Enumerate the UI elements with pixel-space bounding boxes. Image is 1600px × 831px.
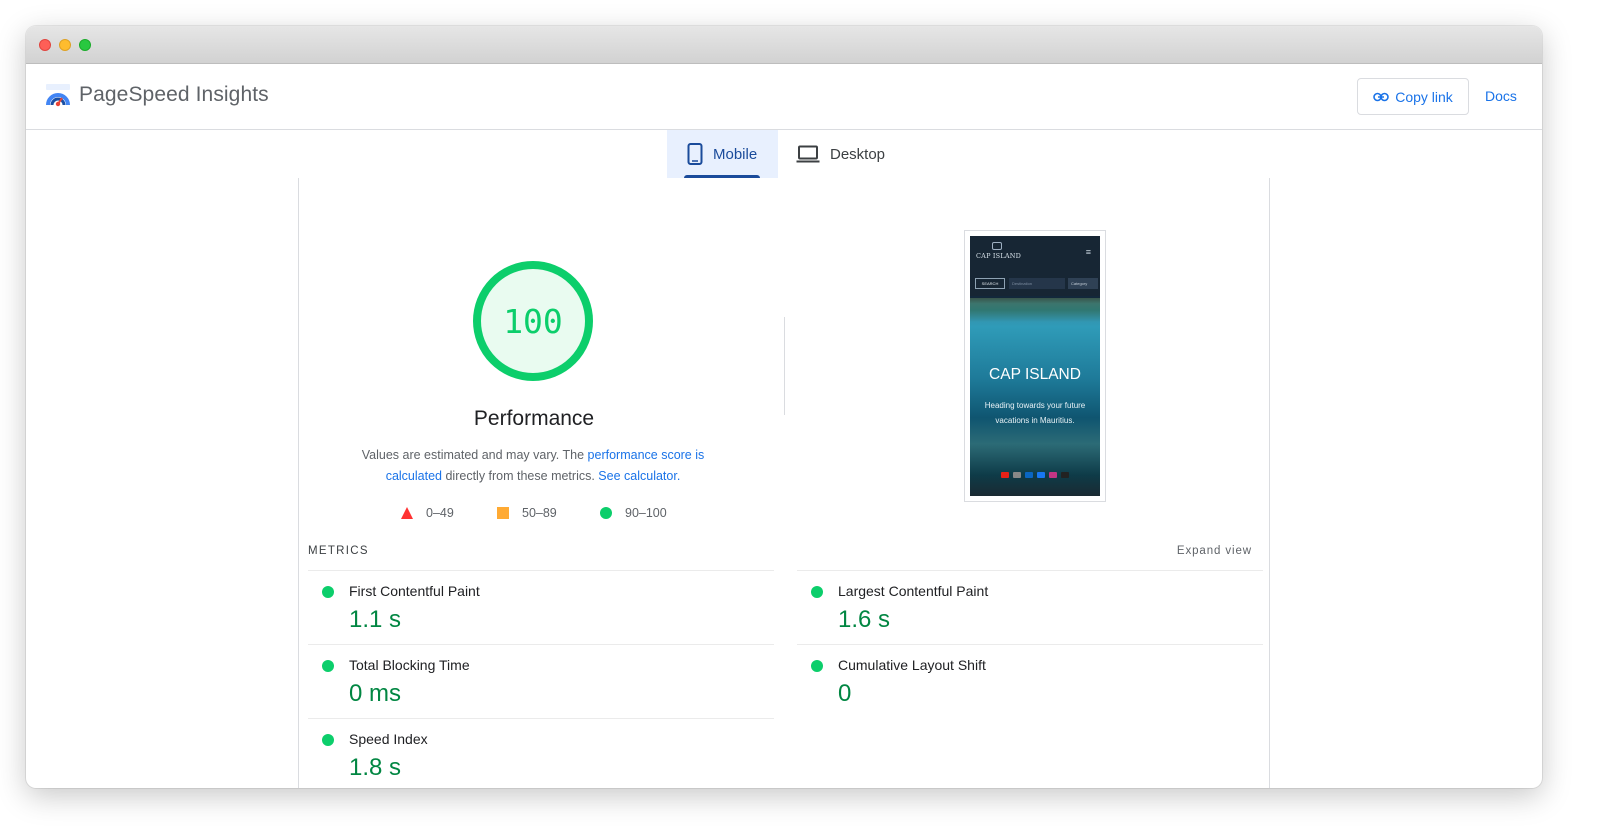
browser-window: PageSpeed Insights Copy link Docs Mobile bbox=[26, 26, 1542, 788]
preview-navbar: CAP ISLAND ≡ SEARCH Destination Category bbox=[970, 236, 1100, 296]
linkedin-icon bbox=[1025, 472, 1033, 478]
metric-value: 1.6 s bbox=[838, 606, 891, 633]
metrics-heading: METRICS bbox=[308, 545, 369, 557]
tab-desktop-label: Desktop bbox=[830, 145, 886, 163]
hamburger-menu-icon: ≡ bbox=[1085, 247, 1091, 257]
preview-search-button: SEARCH bbox=[975, 278, 1005, 289]
landscape-shape bbox=[970, 298, 1100, 322]
youtube-icon bbox=[1001, 472, 1009, 478]
orange-square-icon bbox=[497, 507, 509, 519]
window-minimize-button[interactable] bbox=[59, 39, 71, 51]
mobile-phone-icon bbox=[687, 143, 703, 165]
preview-logo: CAP ISLAND bbox=[976, 252, 1022, 260]
metric-total-blocking-time: Total Blocking Time 0 ms bbox=[308, 644, 774, 718]
facebook-icon bbox=[1037, 472, 1045, 478]
performance-description-text: Values are estimated and may vary. The bbox=[361, 448, 588, 462]
section-divider bbox=[784, 317, 785, 415]
metric-value: 0 bbox=[838, 680, 852, 707]
metric-name: Cumulative Layout Shift bbox=[838, 657, 986, 673]
tiktok-icon bbox=[1061, 472, 1069, 478]
legend-label: 0–49 bbox=[426, 506, 454, 520]
pass-circle-icon bbox=[322, 734, 334, 746]
red-triangle-icon bbox=[401, 507, 413, 519]
preview-hero-title: CAP ISLAND bbox=[989, 366, 1081, 383]
screenshot-image: CAP ISLAND ≡ SEARCH Destination Category… bbox=[970, 236, 1100, 496]
metric-name: First Contentful Paint bbox=[349, 583, 480, 599]
metrics-column-right: Largest Contentful Paint 1.6 s Cumulativ… bbox=[797, 570, 1263, 718]
legend-label: 50–89 bbox=[522, 506, 557, 520]
copy-link-button[interactable]: Copy link bbox=[1357, 78, 1469, 115]
pass-circle-icon bbox=[811, 660, 823, 672]
expand-view-button[interactable]: Expand view bbox=[1177, 545, 1252, 557]
performance-description: Values are estimated and may vary. The p… bbox=[347, 445, 719, 487]
pagespeed-logo-icon bbox=[46, 84, 70, 107]
window-close-button[interactable] bbox=[39, 39, 51, 51]
instagram-icon bbox=[1049, 472, 1057, 478]
tab-mobile-label: Mobile bbox=[713, 145, 758, 163]
metric-value: 0 ms bbox=[349, 680, 402, 707]
link-icon bbox=[1373, 92, 1390, 101]
docs-link[interactable]: Docs bbox=[1485, 88, 1517, 104]
metric-cumulative-layout-shift: Cumulative Layout Shift 0 bbox=[797, 644, 1263, 718]
report-content: 100 Performance Values are estimated and… bbox=[298, 178, 1270, 788]
legend-item-good: 90–100 bbox=[600, 506, 667, 520]
metric-largest-contentful-paint: Largest Contentful Paint 1.6 s bbox=[797, 570, 1263, 644]
preview-search-input: Destination bbox=[1009, 278, 1065, 289]
device-tabs: Mobile Desktop bbox=[26, 130, 1542, 178]
twitter-icon bbox=[1013, 472, 1021, 478]
see-calculator-link[interactable]: See calculator. bbox=[598, 469, 680, 483]
tab-mobile[interactable]: Mobile bbox=[667, 130, 778, 178]
app-header: PageSpeed Insights Copy link Docs bbox=[26, 64, 1542, 130]
pass-circle-icon bbox=[322, 660, 334, 672]
page-screenshot: CAP ISLAND ≡ SEARCH Destination Category… bbox=[964, 230, 1106, 502]
preview-logo-icon bbox=[992, 242, 1002, 250]
app-title: PageSpeed Insights bbox=[79, 83, 269, 106]
metric-value: 1.1 s bbox=[349, 606, 402, 633]
laptop-icon bbox=[796, 145, 820, 163]
preview-social-icons bbox=[970, 472, 1100, 478]
performance-score: 100 bbox=[503, 301, 563, 341]
pass-circle-icon bbox=[811, 586, 823, 598]
legend-item-average: 50–89 bbox=[497, 506, 557, 520]
preview-hero-subtitle: Heading towards your future vacations in… bbox=[984, 401, 1086, 425]
metric-name: Speed Index bbox=[349, 731, 428, 747]
metric-speed-index: Speed Index 1.8 s bbox=[308, 718, 774, 788]
green-circle-icon bbox=[600, 507, 612, 519]
performance-title: Performance bbox=[473, 407, 595, 430]
preview-category-select: Category bbox=[1068, 278, 1098, 289]
metric-first-contentful-paint: First Contentful Paint 1.1 s bbox=[308, 570, 774, 644]
pass-circle-icon bbox=[322, 586, 334, 598]
metric-value: 1.8 s bbox=[349, 754, 402, 781]
legend-label: 90–100 bbox=[625, 506, 667, 520]
window-maximize-button[interactable] bbox=[79, 39, 91, 51]
legend-item-poor: 0–49 bbox=[401, 506, 454, 520]
copy-link-label: Copy link bbox=[1395, 88, 1453, 105]
performance-description-text-2: directly from these metrics. bbox=[442, 469, 599, 483]
tab-desktop[interactable]: Desktop bbox=[794, 130, 904, 178]
window-titlebar bbox=[26, 26, 1542, 64]
metric-name: Total Blocking Time bbox=[349, 657, 470, 673]
score-legend: 0–49 50–89 90–100 bbox=[299, 506, 769, 522]
metrics-column-left: First Contentful Paint 1.1 s Total Block… bbox=[308, 570, 774, 788]
metric-name: Largest Contentful Paint bbox=[838, 583, 989, 599]
